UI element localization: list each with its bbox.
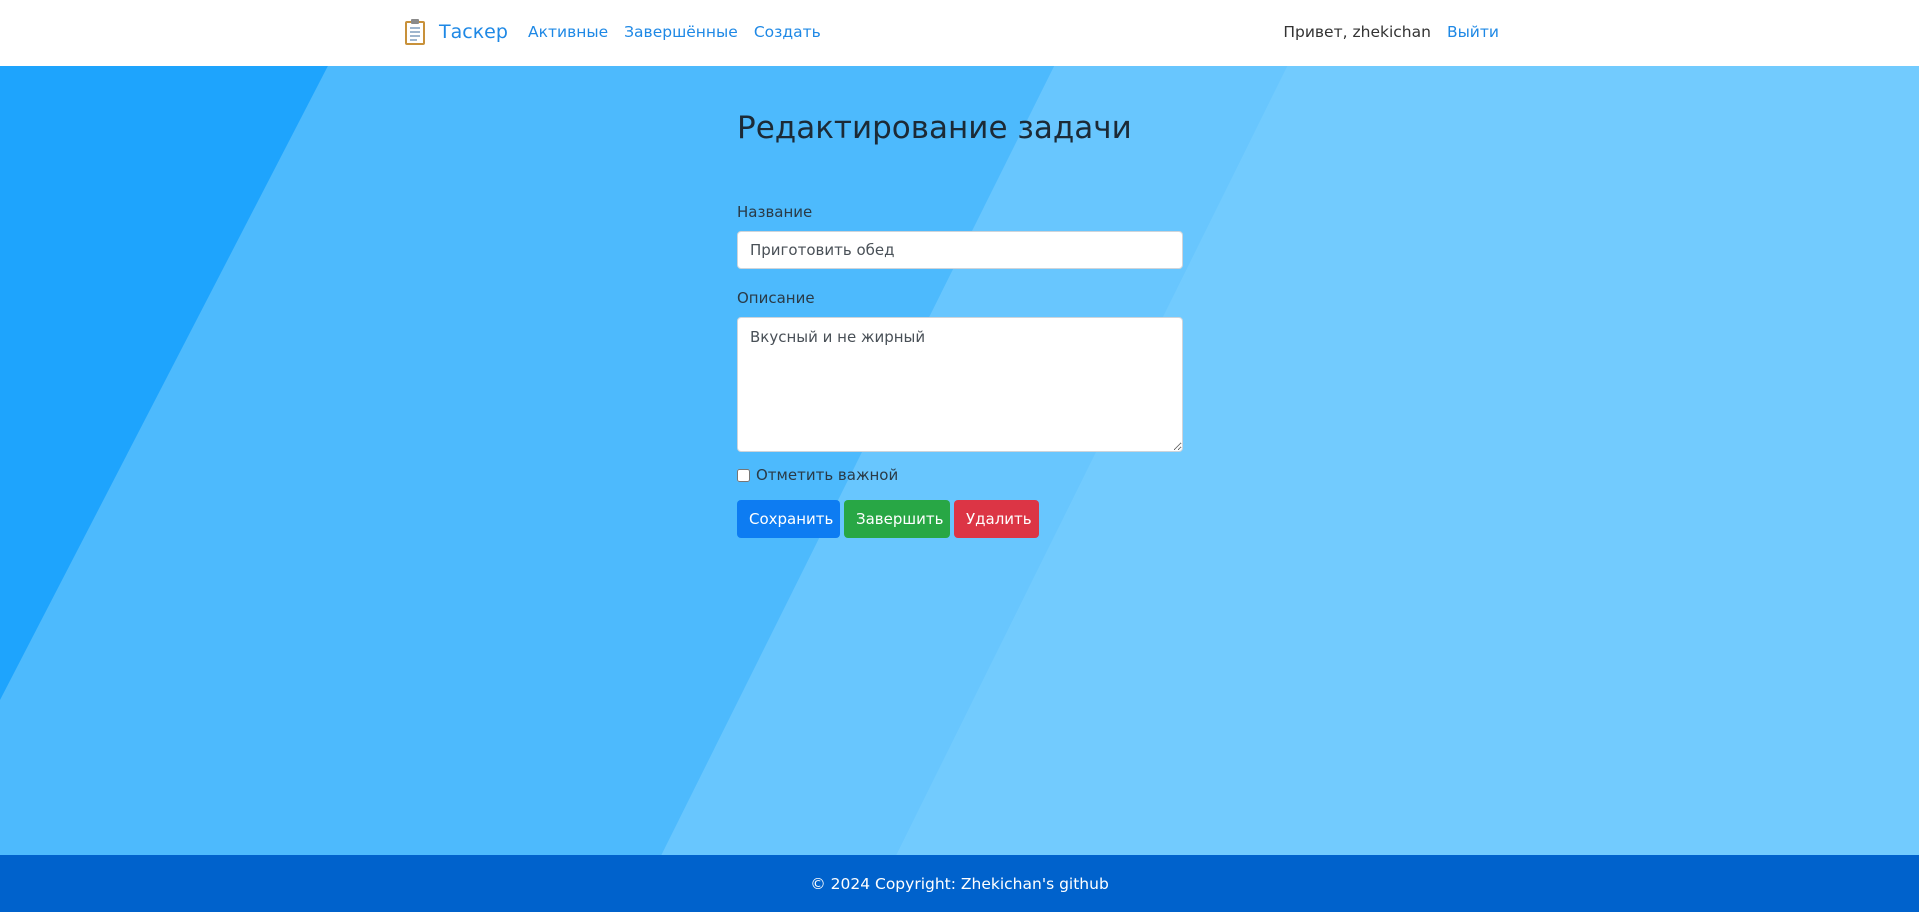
important-checkbox[interactable] (737, 468, 750, 482)
task-description-textarea[interactable]: Вкусный и не жирный (737, 317, 1183, 453)
brand-name: Таскер (439, 21, 508, 43)
edit-task-form: Редактирование задачи Название Описание … (737, 110, 1183, 539)
task-name-input[interactable] (737, 231, 1183, 270)
description-label: Описание (737, 289, 815, 308)
name-label: Название (737, 203, 813, 222)
footer-copyright: © 2024 Copyright: Zhekichan's github (810, 874, 1109, 893)
nav-completed[interactable]: Завершённые (624, 23, 738, 41)
complete-button[interactable]: Завершить (844, 500, 950, 539)
user-area: Привет, zhekichan Выйти (1283, 23, 1499, 41)
delete-button[interactable]: Удалить (954, 500, 1039, 539)
form-actions: Сохранить Завершить Удалить (737, 500, 1183, 539)
page-title: Редактирование задачи (737, 110, 1132, 146)
brand-link[interactable]: Таскер (403, 18, 508, 46)
save-button[interactable]: Сохранить (737, 500, 840, 539)
nav-create[interactable]: Создать (754, 23, 821, 41)
nav-active[interactable]: Активные (528, 23, 608, 41)
important-label: Отметить важной (756, 466, 899, 485)
page-footer: © 2024 Copyright: Zhekichan's github (0, 855, 1919, 912)
top-navbar: Таскер Активные Завершённые Создать Прив… (0, 0, 1919, 66)
clipboard-icon (405, 19, 425, 45)
main-nav: Активные Завершённые Создать (528, 23, 821, 41)
logout-link[interactable]: Выйти (1447, 23, 1499, 41)
user-greeting: Привет, zhekichan (1283, 23, 1431, 41)
important-row: Отметить важной (737, 466, 1183, 484)
